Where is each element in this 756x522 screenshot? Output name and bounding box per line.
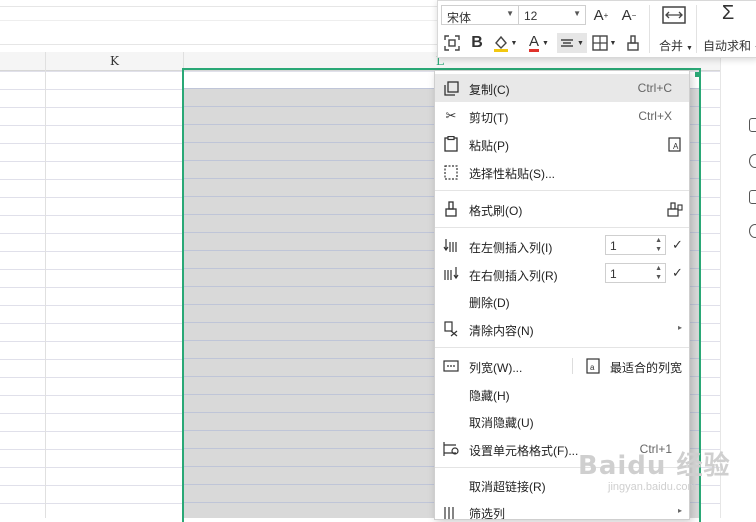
scissors-icon: ✂ — [445, 108, 457, 123]
sidebar-image-icon[interactable] — [749, 190, 756, 204]
brush-icon — [443, 201, 459, 217]
menu-item-insert-left[interactable]: 在左侧插入列(I) 1 ▲ ▼ ✓ — [435, 232, 689, 260]
stepper-up-icon[interactable]: ▲ — [655, 265, 662, 272]
format-cells-icon — [443, 441, 459, 457]
stepper-down-icon[interactable]: ▼ — [655, 274, 662, 281]
menu-label: 取消隐藏(U) — [469, 416, 534, 430]
insert-column-left-icon — [443, 238, 459, 254]
watermark-brand: Baidu 经验 — [578, 451, 731, 481]
insert-column-right-icon — [443, 266, 459, 282]
menu-label: 粘贴(P) — [469, 139, 509, 153]
menu-label: 清除内容(N) — [469, 324, 534, 338]
watermark: Baidu 经验 jingyan.baidu.com — [578, 445, 731, 493]
menu-label: 隐藏(H) — [469, 389, 510, 403]
menu-item-unhide[interactable]: 取消隐藏(U) — [435, 407, 689, 435]
insert-left-count-stepper[interactable]: 1 ▲ ▼ — [605, 235, 666, 255]
format-painter-icon[interactable] — [622, 33, 644, 53]
autosum-button-label[interactable]: 自动求和▼ — [703, 37, 756, 54]
chevron-down-icon: ▼ — [506, 9, 514, 18]
insert-right-count-stepper[interactable]: 1 ▲ ▼ — [605, 263, 666, 283]
fill-color-icon[interactable]: ▼ — [491, 33, 519, 53]
menu-label: 剪切(T) — [469, 111, 509, 125]
menu-separator — [435, 347, 689, 348]
menu-item-format-painter[interactable]: 格式刷(O) — [435, 195, 689, 223]
sum-icon[interactable]: Σ — [716, 2, 740, 24]
toolbar-divider — [696, 5, 697, 53]
grow-font-icon[interactable]: A + — [590, 5, 612, 25]
border-icon[interactable]: ▼ — [590, 33, 618, 53]
menu-item-insert-right[interactable]: 在右侧插入列(R) 1 ▲ ▼ ✓ — [435, 260, 689, 288]
paste-special-icon — [443, 164, 459, 180]
sidebar-help-icon[interactable] — [749, 224, 756, 238]
bold-icon[interactable]: B — [467, 33, 487, 53]
mini-toolbar: 宋体 ▼ 12 ▼ A+ A− Σ B ▼ A▼ ▼ ▼ 合并▼ 自动求和▼ — [437, 0, 756, 58]
cell-format-icon[interactable] — [442, 33, 462, 53]
stepper-down-icon[interactable]: ▼ — [655, 246, 662, 253]
autosum-label: 自动求和 — [703, 39, 752, 53]
menu-label: 格式刷(O) — [469, 204, 523, 218]
menu-item-clear-contents[interactable]: 清除内容(N) ▸ — [435, 315, 689, 343]
shrink-font-icon[interactable]: A − — [618, 5, 640, 25]
chevron-down-icon: ▼ — [573, 9, 581, 18]
confirm-check-icon[interactable]: ✓ — [672, 237, 683, 253]
best-fit-width-icon: a — [585, 358, 601, 374]
menu-label: 删除(D) — [469, 296, 510, 310]
copy-icon — [443, 80, 459, 96]
merge-cells-icon[interactable] — [660, 5, 688, 25]
svg-text:a: a — [590, 363, 595, 372]
menu-label: 取消超链接(R) — [469, 480, 546, 494]
stepper-up-icon[interactable]: ▲ — [655, 237, 662, 244]
menu-shortcut: Ctrl+C — [637, 81, 672, 95]
eraser-icon — [443, 321, 459, 337]
font-color-icon[interactable]: A ▼ — [525, 33, 553, 53]
merge-label: 合并 — [659, 39, 684, 53]
font-name-value: 宋体 — [447, 11, 472, 25]
menu-separator — [435, 190, 689, 191]
submenu-arrow-icon: ▸ — [677, 506, 682, 515]
submenu-arrow-icon: ▸ — [677, 323, 682, 332]
menu-label: 设置单元格格式(F)... — [469, 444, 579, 458]
menu-inline-divider — [572, 358, 573, 374]
menu-item-delete[interactable]: 删除(D) — [435, 287, 689, 315]
toolbar-divider — [649, 5, 650, 53]
menu-label: 在右侧插入列(R) — [469, 269, 558, 283]
column-width-icon — [443, 358, 459, 374]
brush-lock-icon[interactable] — [667, 201, 683, 217]
align-icon[interactable]: ▼ — [557, 33, 587, 53]
confirm-check-icon[interactable]: ✓ — [672, 265, 683, 281]
menu-label: 选择性粘贴(S)... — [469, 167, 555, 181]
clipboard-icon — [443, 136, 459, 152]
sidebar-clock-icon[interactable] — [749, 154, 756, 168]
watermark-url: jingyan.baidu.com — [608, 481, 697, 493]
merge-button-label[interactable]: 合并 ▼ — [659, 37, 693, 54]
font-name-select[interactable]: 宋体 ▼ — [441, 5, 519, 25]
menu-label: 复制(C) — [469, 83, 510, 97]
menu-item-copy[interactable]: 复制(C) Ctrl+C — [435, 74, 689, 102]
menu-item-paste-special[interactable]: 选择性粘贴(S)... — [435, 158, 689, 186]
sidebar-panel-icon[interactable] — [749, 118, 756, 132]
menu-item-cut[interactable]: ✂ 剪切(T) Ctrl+X — [435, 102, 689, 130]
ribbon-divider — [0, 20, 440, 21]
stepper-value: 1 — [610, 267, 617, 281]
menu-item-filter[interactable]: 筛选列 ▸ — [435, 498, 689, 519]
svg-text:A: A — [673, 142, 679, 151]
menu-item-paste[interactable]: 粘贴(P) A — [435, 130, 689, 158]
best-fit-width-option[interactable]: 最适合的列宽 — [610, 359, 682, 376]
stepper-value: 1 — [610, 239, 617, 253]
column-divider — [45, 52, 46, 518]
fill-handle[interactable] — [695, 72, 700, 77]
menu-item-hide[interactable]: 隐藏(H) — [435, 380, 689, 408]
column-header-k[interactable]: K — [110, 54, 119, 68]
menu-shortcut: Ctrl+X — [638, 109, 672, 123]
menu-item-column-width[interactable]: 列宽(W)... a 最适合的列宽 — [435, 352, 689, 380]
font-size-select[interactable]: 12 ▼ — [518, 5, 586, 25]
menu-label: 在左侧插入列(I) — [469, 241, 553, 255]
font-size-value: 12 — [524, 9, 538, 23]
menu-separator — [435, 227, 689, 228]
paste-format-icon[interactable]: A — [667, 136, 683, 152]
menu-label: 列宽(W)... — [469, 361, 523, 375]
ribbon-divider — [0, 6, 440, 7]
